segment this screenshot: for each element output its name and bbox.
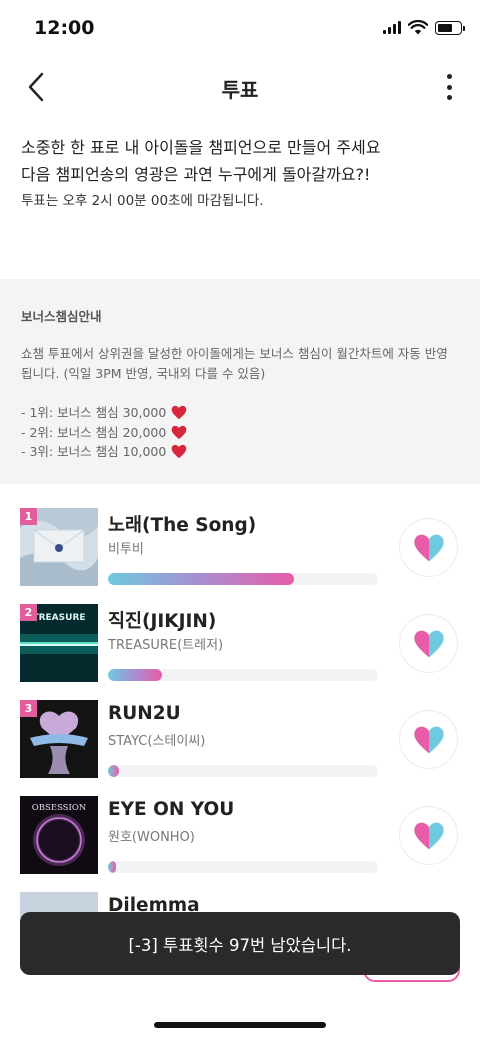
vote-progress-bar <box>108 669 378 681</box>
vote-button[interactable] <box>399 806 458 865</box>
home-indicator <box>154 1022 326 1028</box>
heart-icon <box>413 534 444 561</box>
rank-badge: 1 <box>20 508 37 525</box>
toast-text: [-3] 투표횟수 97번 남았습니다. <box>128 935 352 955</box>
vote-progress-fill <box>108 861 117 873</box>
page-title: 투표 <box>221 78 259 102</box>
song-artist: 원호(WONHO) <box>108 830 195 845</box>
vote-progress-fill <box>108 669 162 681</box>
song-artist: 비투비 <box>108 542 144 557</box>
heart-icon <box>413 726 444 753</box>
signal-icon <box>383 21 401 34</box>
bonus-item: - 2위: 보너스 챔심 20,000 <box>21 423 459 443</box>
status-bar: 12:00 <box>0 0 480 58</box>
vote-progress-bar <box>108 765 378 777</box>
bonus-description: 쇼챔 투표에서 상위권을 달성한 아이돌에게는 보너스 챔심이 월간차트에 자동… <box>21 346 448 381</box>
bonus-item: - 1위: 보너스 챔심 30,000 <box>21 403 459 423</box>
intro-line-1: 소중한 한 표로 내 아이돌을 챔피언으로 만들어 주세요 <box>21 138 381 157</box>
rank-badge: 2 <box>20 604 37 621</box>
song-artist: TREASURE(트레저) <box>108 638 224 653</box>
song-title: RUN2U <box>108 703 181 724</box>
heart-icon <box>413 822 444 849</box>
chart-row[interactable]: TREASURE 2 직진(JIKJIN) TREASURE(트레저) <box>0 604 480 700</box>
vote-progress-bar <box>108 573 378 585</box>
more-vertical-icon <box>446 74 452 79</box>
bonus-info-section: 보너스챔심안내 쇼챔 투표에서 상위권을 달성한 아이돌에게는 보너스 챔심이 … <box>0 279 480 484</box>
chart-row[interactable]: OBSESSION EYE ON YOU 원호(WONHO) <box>0 796 480 892</box>
battery-icon <box>435 20 465 35</box>
bonus-title: 보너스챔심안내 <box>21 309 102 324</box>
vote-deadline: 투표는 오후 2시 00분 00초에 마감됩니다. <box>21 193 264 209</box>
nav-bar: 투표 <box>0 58 480 116</box>
vote-progress-bar <box>108 861 378 873</box>
bonus-item: - 3위: 보너스 챔심 10,000 <box>21 442 459 462</box>
wifi-icon <box>408 20 428 35</box>
vote-button[interactable] <box>399 710 458 769</box>
chart-row[interactable]: 3 RUN2U STAYC(스테이씨) <box>0 700 480 796</box>
vote-intro: 소중한 한 표로 내 아이돌을 챔피언으로 만들어 주세요 다음 챔피언송의 영… <box>21 134 460 212</box>
bonus-list: - 1위: 보너스 챔심 30,000 - 2위: 보너스 챔심 20,000 … <box>21 403 459 462</box>
song-title: 직진(JIKJIN) <box>108 611 217 632</box>
red-heart-icon <box>171 425 187 439</box>
song-title: EYE ON YOU <box>108 799 235 820</box>
song-title: 노래(The Song) <box>108 515 257 536</box>
heart-icon <box>413 630 444 657</box>
intro-line-2: 다음 챔피언송의 영광은 과연 누구에게 돌아갈까요?! <box>21 165 371 184</box>
svg-text:TREASURE: TREASURE <box>32 613 85 623</box>
toast-message: [-3] 투표횟수 97번 남았습니다. <box>20 912 460 975</box>
status-icons <box>383 20 465 35</box>
status-time: 12:00 <box>34 17 95 39</box>
rank-badge: 3 <box>20 700 37 717</box>
song-artist: STAYC(스테이씨) <box>108 734 206 749</box>
vote-button[interactable] <box>399 518 458 577</box>
vote-button[interactable] <box>399 614 458 673</box>
red-heart-icon <box>171 406 187 420</box>
vote-progress-fill <box>108 765 119 777</box>
red-heart-icon <box>171 445 187 459</box>
more-options-button[interactable] <box>444 74 454 100</box>
vote-progress-fill <box>108 573 295 585</box>
chart-row[interactable]: 1 노래(The Song) 비투비 <box>0 508 480 604</box>
svg-text:OBSESSION: OBSESSION <box>32 803 87 813</box>
album-art: OBSESSION <box>20 796 98 874</box>
